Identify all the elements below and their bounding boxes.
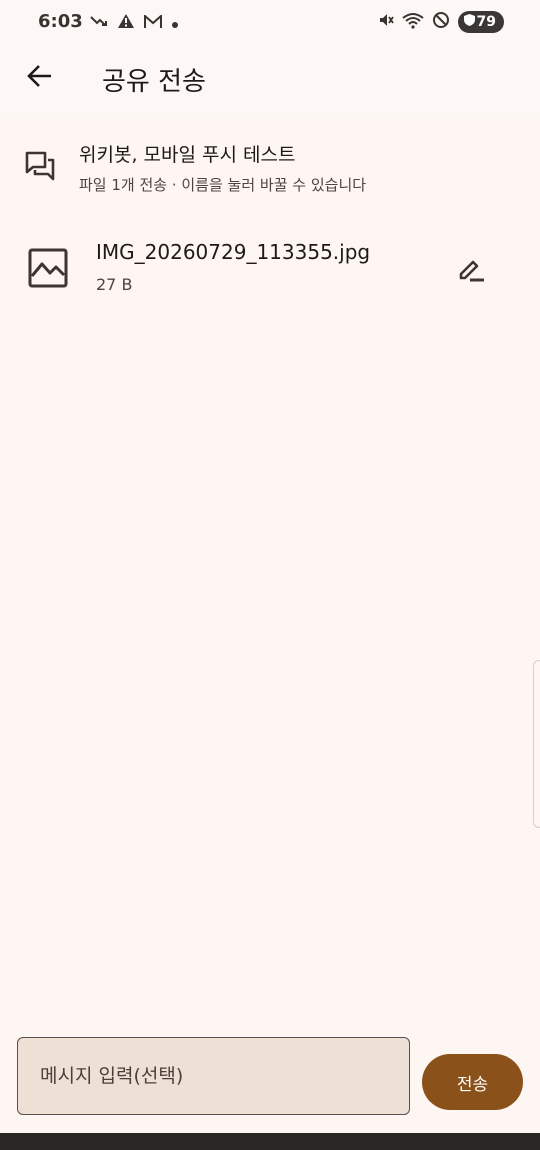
message-input[interactable] xyxy=(17,1037,410,1115)
status-system-icons: 79 xyxy=(378,11,504,33)
file-list-item: IMG_20260729_113355.jpg 27 B xyxy=(0,228,540,308)
arrow-back-icon xyxy=(27,64,53,92)
file-size: 27 B xyxy=(96,275,133,294)
file-name[interactable]: IMG_20260729_113355.jpg xyxy=(96,240,370,264)
mute-icon xyxy=(378,12,394,32)
gmail-icon xyxy=(144,13,162,33)
chat-name: 위키봇, 모바일 푸시 테스트 xyxy=(79,144,296,166)
edit-icon xyxy=(458,258,486,286)
wifi-icon xyxy=(401,12,424,33)
missed-call-icon xyxy=(90,13,108,33)
status-bar: 6:03 79 xyxy=(0,0,540,46)
chat-subtitle: 파일 1개 전송 · 이름을 눌러 바꿀 수 있습니다 xyxy=(79,176,367,194)
battery-indicator: 79 xyxy=(457,11,504,33)
dnd-icon xyxy=(432,11,450,33)
battery-level: 79 xyxy=(476,14,496,30)
rename-button[interactable] xyxy=(452,252,492,292)
page-title: 공유 전송 xyxy=(102,67,206,97)
top-app-bar: 공유 전송 xyxy=(0,46,540,116)
shield-icon xyxy=(463,14,475,30)
forum-icon xyxy=(24,150,56,186)
warning-icon xyxy=(117,13,135,33)
image-icon xyxy=(28,248,68,292)
send-button[interactable]: 전송 xyxy=(422,1054,523,1110)
target-chat-header: 위키봇, 모바일 푸시 테스트 파일 1개 전송 · 이름을 눌러 바꿀 수 있… xyxy=(0,130,540,200)
scroll-handle[interactable] xyxy=(533,660,540,828)
status-time: 6:03 xyxy=(38,11,83,32)
dot-icon xyxy=(171,14,179,33)
back-button[interactable] xyxy=(22,58,58,98)
navigation-bar xyxy=(0,1133,540,1150)
status-notification-icons xyxy=(90,13,179,33)
